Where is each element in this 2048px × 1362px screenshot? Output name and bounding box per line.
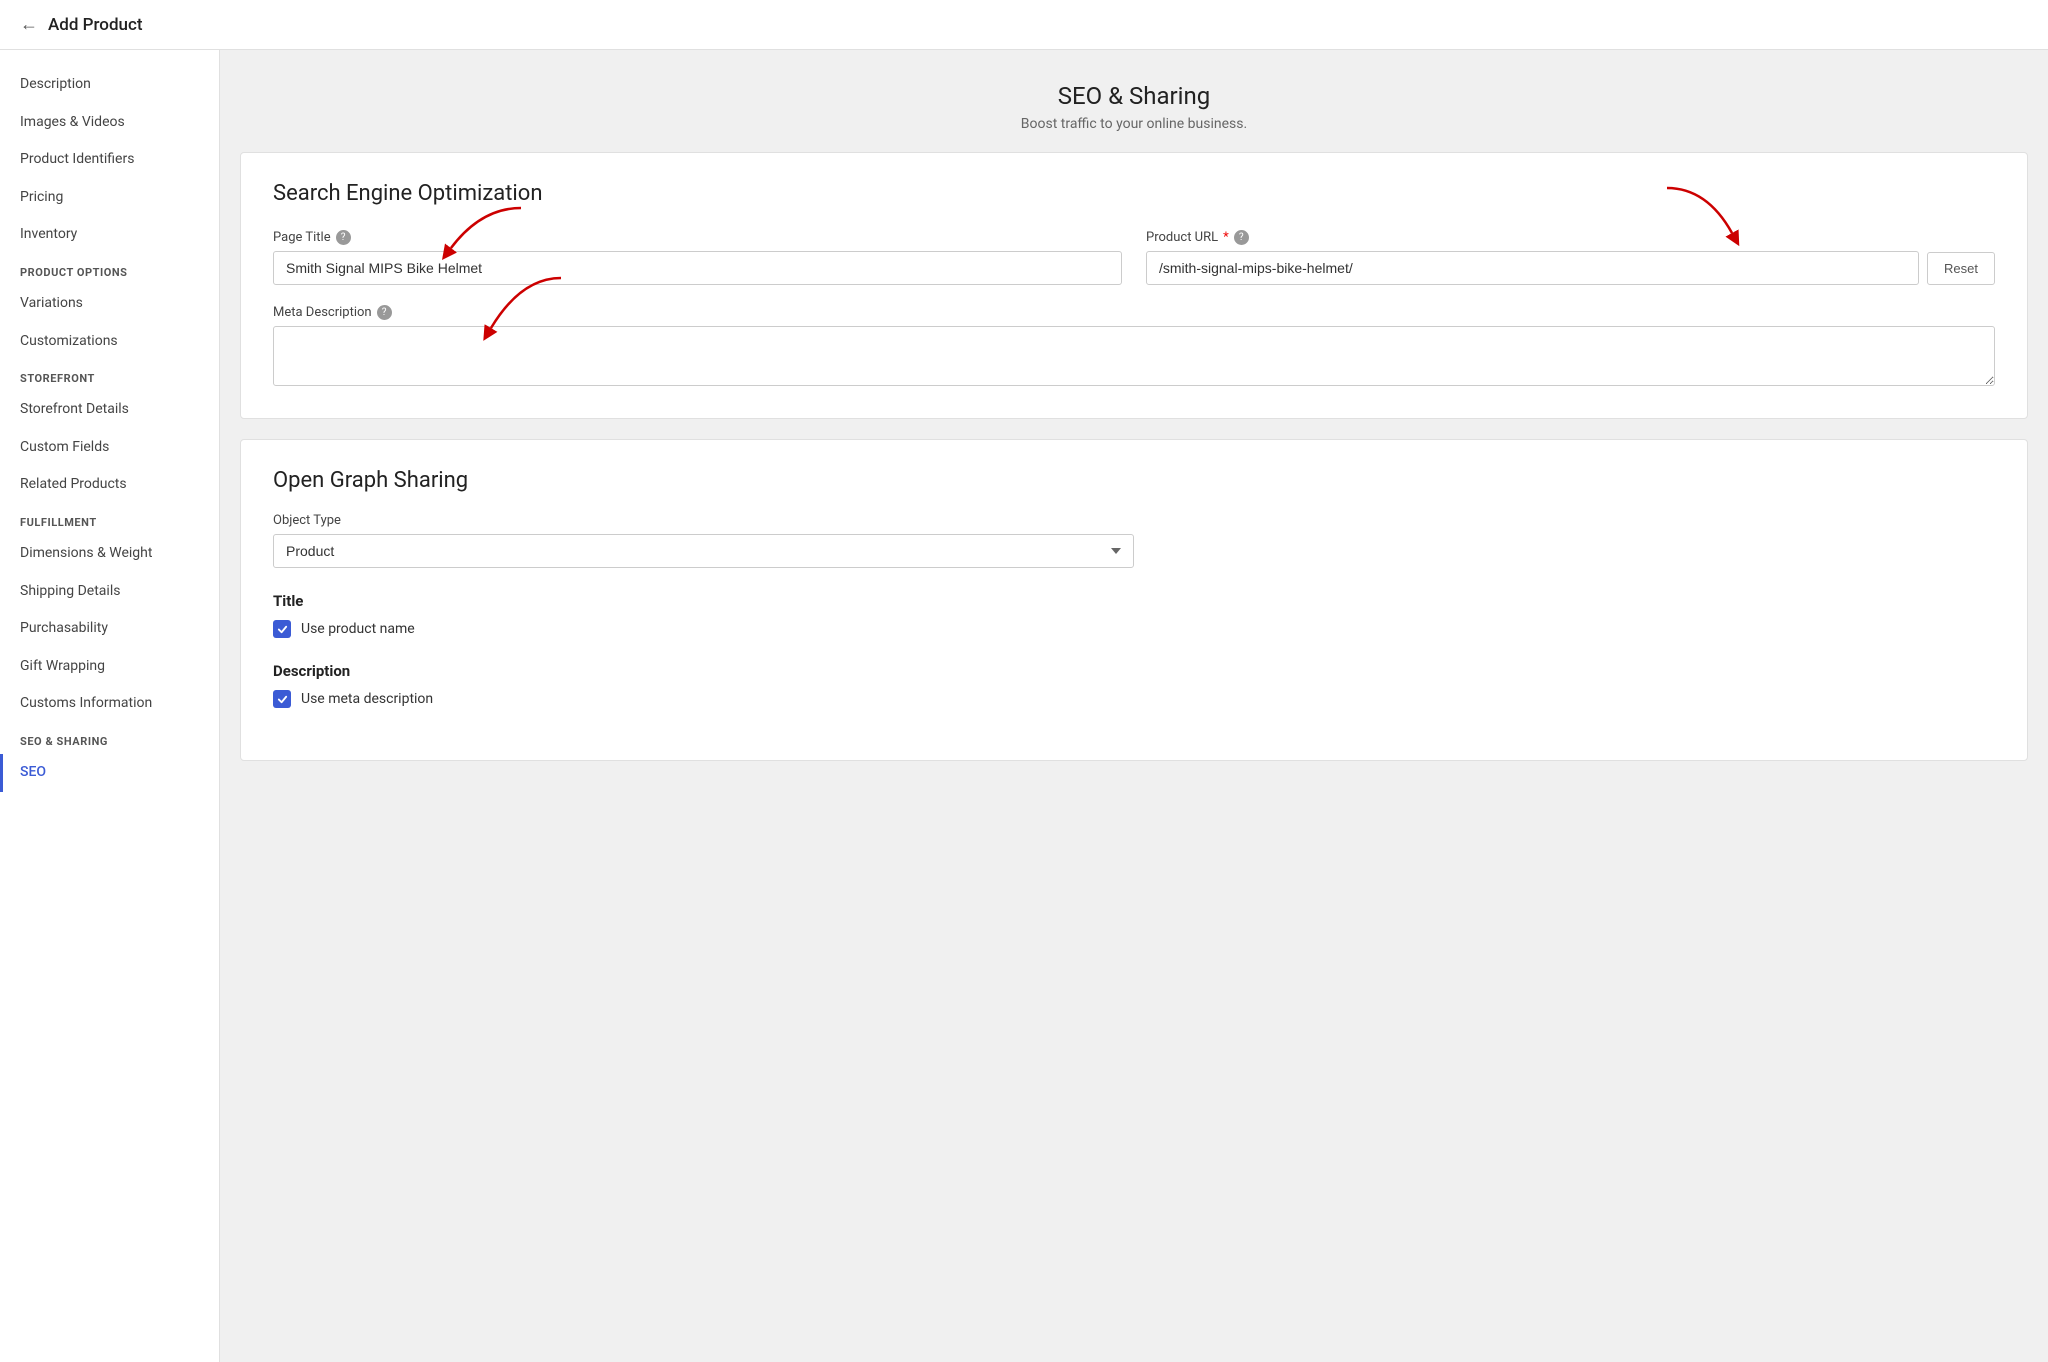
main-layout: DescriptionImages & VideosProduct Identi…	[0, 50, 2048, 1362]
sidebar-item-gift-wrapping[interactable]: Gift Wrapping	[0, 648, 219, 686]
sidebar-item-seo[interactable]: SEO	[0, 754, 219, 792]
sidebar-item-dimensions-weight[interactable]: Dimensions & Weight	[0, 535, 219, 573]
seo-page-subtitle: Boost traffic to your online business.	[240, 116, 2028, 132]
sidebar-item-variations[interactable]: Variations	[0, 285, 219, 323]
sidebar-item-custom-fields[interactable]: Custom Fields	[0, 429, 219, 467]
og-title-section: Title Use product name	[273, 592, 1995, 638]
seo-top-row: Page Title ? Product URL * ?	[273, 230, 1995, 285]
sidebar-item-purchasability[interactable]: Purchasability	[0, 610, 219, 648]
seo-page-title: SEO & Sharing	[240, 82, 2028, 110]
meta-desc-help-icon[interactable]: ?	[377, 305, 392, 320]
seo-card-title: Search Engine Optimization	[273, 181, 1995, 206]
product-url-group: Product URL * ? Reset	[1146, 230, 1995, 285]
product-url-input[interactable]	[1146, 251, 1919, 285]
use-product-name-checkbox[interactable]	[273, 620, 291, 638]
meta-description-label: Meta Description ?	[273, 305, 1995, 320]
sidebar: DescriptionImages & VideosProduct Identi…	[0, 50, 220, 1362]
meta-description-group: Meta Description ?	[273, 305, 1995, 390]
back-icon: ←	[20, 14, 38, 35]
header: ← Add Product	[0, 0, 2048, 50]
product-url-help-icon[interactable]: ?	[1234, 230, 1249, 245]
sidebar-item-customs-information[interactable]: Customs Information	[0, 685, 219, 723]
reset-button[interactable]: Reset	[1927, 252, 1995, 285]
sidebar-item-storefront-details[interactable]: Storefront Details	[0, 391, 219, 429]
product-url-input-wrapper: Product URL * ?	[1146, 230, 1919, 285]
sidebar-section-seo-sharing-label: SEO & SHARING	[0, 723, 219, 754]
content-area: SEO & Sharing Boost traffic to your onli…	[220, 50, 2048, 1362]
page-title-label: Page Title ?	[273, 230, 1122, 245]
use-meta-description-row: Use meta description	[273, 690, 1995, 708]
sidebar-item-shipping-details[interactable]: Shipping Details	[0, 573, 219, 611]
page-title: Add Product	[48, 15, 143, 35]
product-url-label: Product URL * ?	[1146, 230, 1919, 245]
sidebar-item-pricing[interactable]: Pricing	[0, 179, 219, 217]
sidebar-item-inventory[interactable]: Inventory	[0, 216, 219, 254]
use-product-name-label: Use product name	[301, 621, 415, 637]
sidebar-section-fulfillment-label: FULFILLMENT	[0, 504, 219, 535]
sidebar-section-storefront-label: STOREFRONT	[0, 360, 219, 391]
object-type-select[interactable]: Product Article Website	[273, 534, 1134, 568]
page-title-help-icon[interactable]: ?	[336, 230, 351, 245]
use-meta-description-checkbox[interactable]	[273, 690, 291, 708]
object-type-group: Object Type Product Article Website	[273, 513, 1995, 568]
page-header: SEO & Sharing Boost traffic to your onli…	[220, 50, 2048, 152]
page-title-input[interactable]	[273, 251, 1122, 285]
back-button[interactable]: ←	[20, 14, 38, 35]
sidebar-item-description[interactable]: Description	[0, 66, 219, 104]
sidebar-item-product-identifiers[interactable]: Product Identifiers	[0, 141, 219, 179]
og-title-label: Title	[273, 592, 1995, 610]
og-card-title: Open Graph Sharing	[273, 468, 1995, 493]
object-type-label: Object Type	[273, 513, 1995, 528]
app-container: ← Add Product DescriptionImages & Videos…	[0, 0, 2048, 1362]
use-meta-description-label: Use meta description	[301, 691, 433, 707]
sidebar-item-related-products[interactable]: Related Products	[0, 466, 219, 504]
og-description-section: Description Use meta description	[273, 662, 1995, 708]
seo-card: Search Engine Optimization	[240, 152, 2028, 419]
meta-description-input[interactable]	[273, 326, 1995, 386]
sidebar-item-images-videos[interactable]: Images & Videos	[0, 104, 219, 142]
use-product-name-row: Use product name	[273, 620, 1995, 638]
page-title-group: Page Title ?	[273, 230, 1122, 285]
og-description-label: Description	[273, 662, 1995, 680]
sidebar-section-product-options-label: PRODUCT OPTIONS	[0, 254, 219, 285]
og-card: Open Graph Sharing Object Type Product A…	[240, 439, 2028, 761]
sidebar-item-customizations[interactable]: Customizations	[0, 323, 219, 361]
